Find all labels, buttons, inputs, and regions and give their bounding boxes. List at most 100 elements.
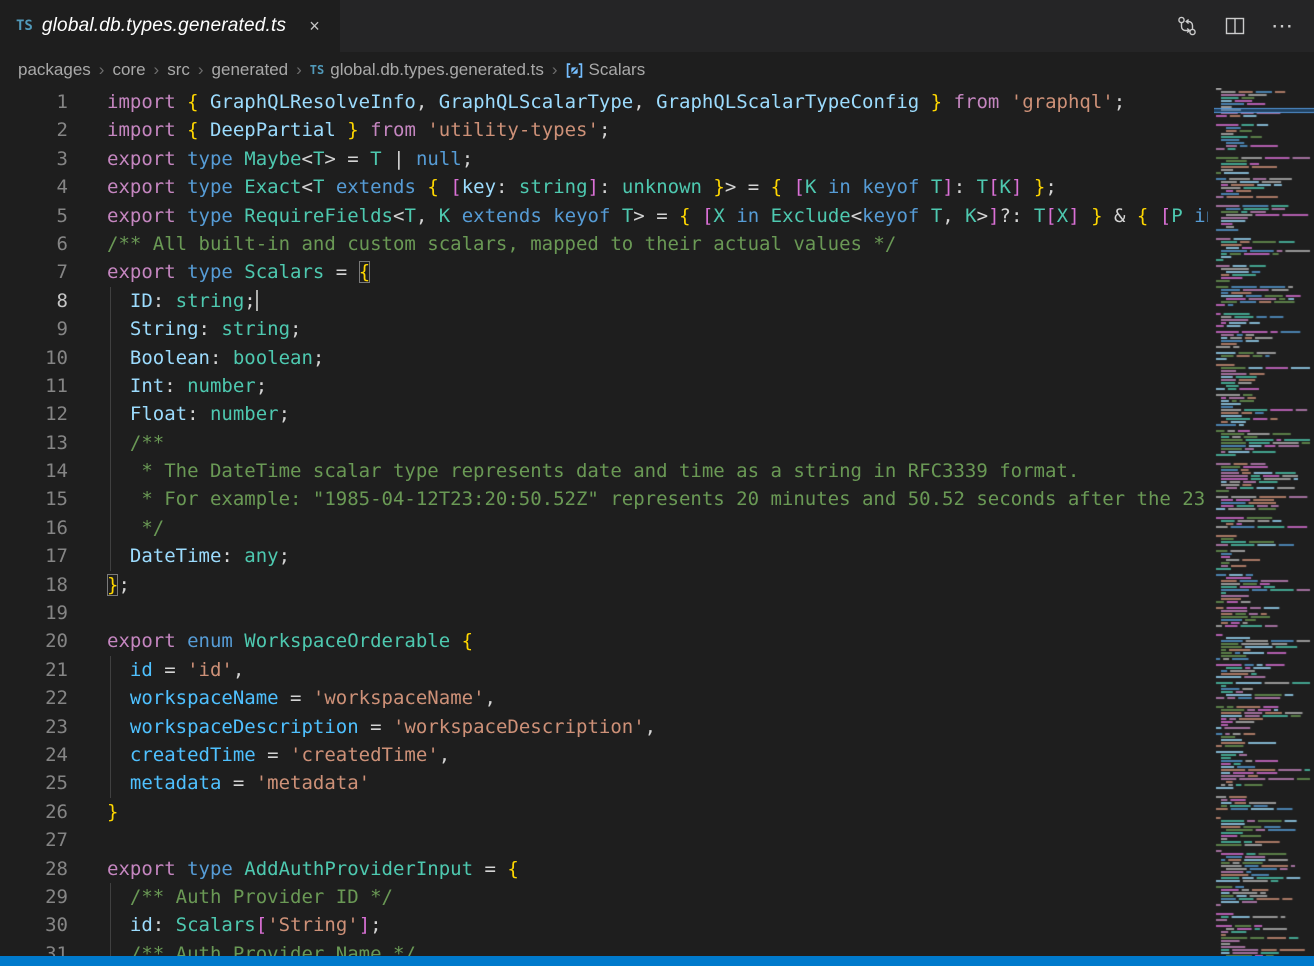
code-line-23[interactable]: 23 workspaceDescription = 'workspaceDesc… <box>0 713 1208 741</box>
vscode-window: TS global.db.types.generated.ts × ⋯ pack… <box>0 0 1314 966</box>
line-number: 10 <box>0 344 68 372</box>
line-number: 21 <box>0 656 68 684</box>
more-actions-icon[interactable]: ⋯ <box>1266 9 1300 43</box>
breadcrumb-label: global.db.types.generated.ts <box>330 60 544 80</box>
code-line-11[interactable]: 11 Int: number; <box>0 372 1208 400</box>
code-line-2[interactable]: 2 import { DeepPartial } from 'utility-ty… <box>0 116 1208 144</box>
breadcrumb-separator: › <box>552 60 558 80</box>
code-line-6[interactable]: 6/** All built-in and custom scalars, ma… <box>0 230 1208 258</box>
indent-guide <box>110 542 111 570</box>
indent-guide <box>110 769 111 797</box>
code-text: /** Auth Provider ID */ <box>107 883 393 911</box>
code-text: id: Scalars['String']; <box>107 911 382 939</box>
typescript-file-icon: TS <box>16 18 33 34</box>
open-changes-icon[interactable] <box>1170 9 1204 43</box>
code-text: /** <box>107 429 164 457</box>
line-number: 9 <box>0 315 68 343</box>
code-text: ID: string; <box>107 287 258 315</box>
code-editor[interactable]: 1import { GraphQLResolveInfo, GraphQLSca… <box>0 88 1208 966</box>
typescript-file-icon: TS <box>310 63 324 77</box>
breadcrumb-item-packages[interactable]: packages <box>18 60 91 80</box>
code-text: } <box>107 798 118 826</box>
code-line-25[interactable]: 25 metadata = 'metadata' <box>0 769 1208 797</box>
code-text: workspaceName = 'workspaceName', <box>107 684 496 712</box>
code-line-22[interactable]: 22 workspaceName = 'workspaceName', <box>0 684 1208 712</box>
code-text: createdTime = 'createdTime', <box>107 741 450 769</box>
code-line-26[interactable]: 26} <box>0 798 1208 826</box>
code-text: export type RequireFields<T, K extends k… <box>107 202 1208 230</box>
code-line-18[interactable]: 18}; <box>0 571 1208 599</box>
line-number: 3 <box>0 145 68 173</box>
tab-bar: TS global.db.types.generated.ts × ⋯ <box>0 0 1314 52</box>
line-number: 24 <box>0 741 68 769</box>
close-tab-icon[interactable]: × <box>305 14 324 39</box>
indent-guide <box>110 514 111 542</box>
breadcrumb-item-core[interactable]: core <box>112 60 145 80</box>
indent-guide <box>110 372 111 400</box>
code-line-12[interactable]: 12 Float: number; <box>0 400 1208 428</box>
code-line-8[interactable]: 8 ID: string; <box>0 287 1208 315</box>
indent-guide <box>110 713 111 741</box>
code-line-5[interactable]: 5export type RequireFields<T, K extends … <box>0 202 1208 230</box>
code-text: }; <box>107 571 130 599</box>
tab-global-db-types-generated[interactable]: TS global.db.types.generated.ts × <box>0 0 340 52</box>
code-line-16[interactable]: 16 */ <box>0 514 1208 542</box>
indent-guide <box>110 911 111 939</box>
line-number: 22 <box>0 684 68 712</box>
indent-guide <box>110 741 111 769</box>
code-line-28[interactable]: 28export type AddAuthProviderInput = { <box>0 855 1208 883</box>
code-text: export type Scalars = { <box>107 258 370 286</box>
breadcrumb-separator: › <box>296 60 302 80</box>
line-number: 19 <box>0 599 68 627</box>
line-number: 18 <box>0 571 68 599</box>
code-line-15[interactable]: 15 * For example: "1985-04-12T23:20:50.5… <box>0 485 1208 513</box>
code-text: import { DeepPartial } from 'utility-typ… <box>107 116 610 144</box>
code-line-10[interactable]: 10 Boolean: boolean; <box>0 344 1208 372</box>
code-line-14[interactable]: 14 * The DateTime scalar type represents… <box>0 457 1208 485</box>
code-text: String: string; <box>107 315 302 343</box>
breadcrumb-item-generated[interactable]: generated <box>212 60 289 80</box>
line-number: 13 <box>0 429 68 457</box>
code-line-21[interactable]: 21 id = 'id', <box>0 656 1208 684</box>
code-line-30[interactable]: 30 id: Scalars['String']; <box>0 911 1208 939</box>
indent-guide <box>110 684 111 712</box>
breadcrumb-label: generated <box>212 60 289 80</box>
breadcrumb-label: core <box>112 60 145 80</box>
code-line-29[interactable]: 29 /** Auth Provider ID */ <box>0 883 1208 911</box>
code-line-3[interactable]: 3 export type Maybe<T> = T | null; <box>0 145 1208 173</box>
line-number: 11 <box>0 372 68 400</box>
breadcrumb-item-global-db-types-generated-ts[interactable]: TS global.db.types.generated.ts <box>310 60 544 80</box>
code-line-1[interactable]: 1import { GraphQLResolveInfo, GraphQLSca… <box>0 88 1208 116</box>
line-number: 16 <box>0 514 68 542</box>
line-number: 2 <box>0 116 68 144</box>
code-line-7[interactable]: 7export type Scalars = { <box>0 258 1208 286</box>
indent-guide <box>110 315 111 343</box>
line-number: 4 <box>0 173 68 201</box>
code-line-9[interactable]: 9 String: string; <box>0 315 1208 343</box>
code-line-4[interactable]: 4 export type Exact<T extends { [key: str… <box>0 173 1208 201</box>
breadcrumb-item-src[interactable]: src <box>167 60 190 80</box>
breadcrumb-separator: › <box>154 60 160 80</box>
code-line-24[interactable]: 24 createdTime = 'createdTime', <box>0 741 1208 769</box>
breadcrumb: packages › core › src › generated › TS global.db.… <box>0 52 1314 88</box>
breadcrumb-item-scalars[interactable]: Scalars <box>566 60 646 80</box>
breadcrumb-separator: › <box>198 60 204 80</box>
code-text: export type Exact<T extends { [key: stri… <box>107 173 1057 201</box>
tab-title: global.db.types.generated.ts <box>42 15 286 37</box>
split-editor-icon[interactable] <box>1218 9 1252 43</box>
code-text: * For example: "1985-04-12T23:20:50.52Z"… <box>107 485 1205 513</box>
line-number: 23 <box>0 713 68 741</box>
minimap[interactable] <box>1214 88 1314 956</box>
line-number: 8 <box>0 287 68 315</box>
code-line-17[interactable]: 17 DateTime: any; <box>0 542 1208 570</box>
code-line-13[interactable]: 13 /** <box>0 429 1208 457</box>
code-text: Int: number; <box>107 372 267 400</box>
breadcrumb-label: packages <box>18 60 91 80</box>
status-bar-edge <box>0 956 1314 966</box>
code-line-19[interactable]: 19 <box>0 599 1208 627</box>
breadcrumb-label: Scalars <box>589 60 646 80</box>
code-line-27[interactable]: 27 <box>0 826 1208 854</box>
code-line-20[interactable]: 20export enum WorkspaceOrderable { <box>0 627 1208 655</box>
code-text: export type Maybe<T> = T | null; <box>107 145 473 173</box>
code-text: */ <box>107 514 164 542</box>
